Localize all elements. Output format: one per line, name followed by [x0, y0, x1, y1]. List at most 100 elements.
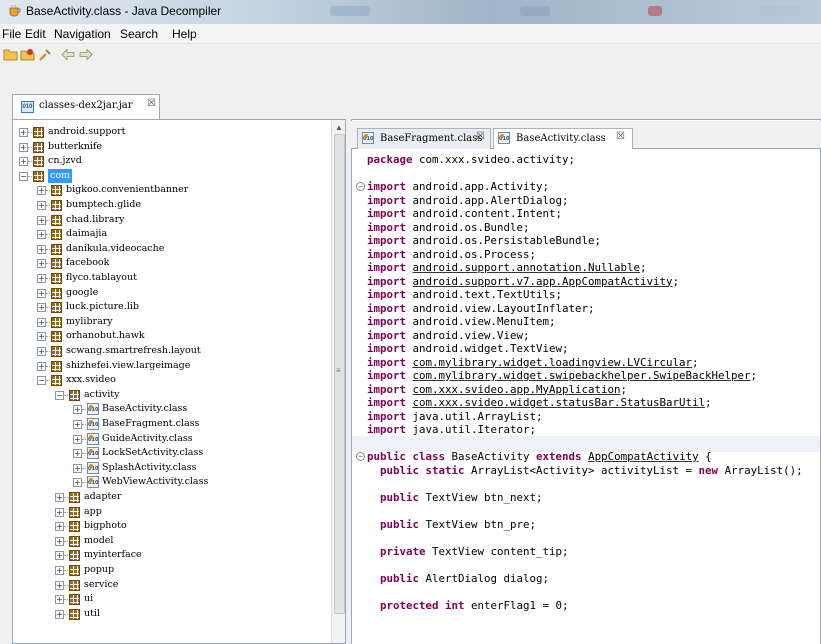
tree-package-item[interactable]: + google	[13, 286, 329, 301]
tree-package-item[interactable]: + shizhefei.view.largeimage	[13, 359, 329, 374]
tree-package-item[interactable]: + app	[13, 505, 329, 520]
tree-package-item[interactable]: + scwang.smartrefresh.layout	[13, 344, 329, 359]
tree-class-item[interactable]: +010 BaseFragment.class	[13, 417, 329, 432]
tree-package-item[interactable]: + bigphoto	[13, 519, 329, 534]
menu-navigation[interactable]: Navigation	[54, 27, 111, 41]
code-keyword: public class	[367, 450, 446, 463]
tree-class-item[interactable]: +010 GuideActivity.class	[13, 432, 329, 447]
tree-package-item[interactable]: + cn.jzvd	[13, 154, 329, 169]
expand-icon[interactable]: +	[37, 215, 46, 225]
code-link[interactable]: com.mylibrary.widget.loadingview.LVCircu…	[413, 356, 693, 369]
expand-icon[interactable]: +	[73, 434, 82, 444]
expand-icon[interactable]: +	[37, 288, 46, 298]
code-link[interactable]: com.xxx.svideo.app.MyApplication	[413, 383, 621, 396]
expand-icon[interactable]: +	[37, 347, 46, 356]
close-tab-icon[interactable]: ☒	[616, 131, 625, 142]
forward-arrow-icon[interactable]	[78, 47, 94, 62]
code-line: import java.util.ArrayList;	[367, 410, 543, 424]
menu-edit[interactable]: Edit	[25, 27, 46, 41]
menu-search[interactable]: Search	[120, 27, 158, 41]
tree-package-item[interactable]: + luck.picture.lib	[13, 300, 329, 315]
code-link[interactable]: android.support.v7.app.AppCompatActivity	[413, 275, 673, 288]
code-link[interactable]: com.xxx.svideo.widget.statusBar.StatusBa…	[413, 396, 706, 409]
tree-class-item[interactable]: +010 WebViewActivity.class	[13, 475, 329, 490]
tree-package-item[interactable]: + orhanobut.hawk	[13, 329, 329, 344]
expand-icon[interactable]: +	[37, 244, 46, 254]
tree-package-item[interactable]: + facebook	[13, 256, 329, 271]
open-type-icon[interactable]	[20, 47, 36, 62]
code-link[interactable]: AppCompatActivity	[588, 450, 699, 463]
search-torch-icon[interactable]	[37, 47, 53, 62]
expand-icon[interactable]: +	[37, 303, 46, 313]
tree-package-item[interactable]: + model	[13, 534, 329, 549]
expand-icon[interactable]: +	[55, 507, 64, 517]
tree-class-item[interactable]: +010 SplashActivity.class	[13, 461, 329, 476]
expand-icon[interactable]: +	[73, 449, 82, 459]
tree-package-item[interactable]: − xxx.svideo	[13, 373, 329, 388]
expand-icon[interactable]: +	[55, 609, 64, 619]
expand-icon[interactable]: +	[55, 493, 64, 502]
collapse-icon[interactable]: −	[55, 390, 64, 400]
expand-icon[interactable]: +	[37, 259, 46, 269]
scroll-up-icon[interactable]: ▲	[335, 123, 343, 132]
tree-package-item[interactable]: + mylibrary	[13, 315, 329, 330]
tree-package-item[interactable]: − com	[13, 168, 329, 184]
tree-item-label: flyco.tablayout	[66, 272, 137, 283]
menu-help[interactable]: Help	[172, 27, 197, 41]
tree-package-item[interactable]: + adapter	[13, 490, 329, 505]
expand-icon[interactable]: +	[37, 201, 46, 210]
expand-icon[interactable]: +	[73, 463, 82, 473]
menu-file[interactable]: File	[2, 27, 21, 41]
fold-toggle-icon[interactable]: −	[356, 452, 365, 461]
expand-icon[interactable]: +	[37, 332, 46, 342]
expand-icon[interactable]: +	[55, 536, 64, 546]
expand-icon[interactable]: +	[37, 230, 46, 240]
class-file-icon: 010	[87, 461, 99, 474]
expand-icon[interactable]: +	[55, 580, 64, 590]
expand-icon[interactable]: +	[37, 186, 46, 196]
tree-package-item[interactable]: + butterknife	[13, 140, 329, 155]
fold-toggle-icon[interactable]: −	[356, 182, 365, 191]
tree-package-item[interactable]: + ui	[13, 592, 329, 607]
tree-package-item[interactable]: + bumptech.glide	[13, 198, 329, 213]
tree-scrollbar[interactable]: ▲ ≡	[331, 120, 345, 643]
tree-package-item[interactable]: + daimajia	[13, 227, 329, 242]
tab-classes-jar[interactable]: 010 classes-dex2jar.jar ☒	[12, 94, 160, 119]
tree-package-item[interactable]: + service	[13, 578, 329, 593]
tree-package-item[interactable]: + popup	[13, 563, 329, 578]
collapse-icon[interactable]: −	[37, 376, 46, 386]
close-tab-icon[interactable]: ☒	[147, 98, 156, 109]
tree-package-item[interactable]: − activity	[13, 388, 329, 403]
tree-class-item[interactable]: +010 LockSetActivity.class	[13, 446, 329, 461]
tree-package-item[interactable]: + bigkoo.convenientbanner	[13, 183, 329, 198]
tree-package-item[interactable]: + chad.library	[13, 213, 329, 228]
code-link[interactable]: com.mylibrary.widget.swipebackhelper.Swi…	[413, 369, 751, 382]
code-editor[interactable]: package com.xxx.svideo.activity; − import …	[352, 149, 820, 644]
tree-package-item[interactable]: + myinterface	[13, 548, 329, 563]
code-link[interactable]: android.support.annotation.Nullable	[413, 261, 641, 274]
back-arrow-icon[interactable]	[60, 47, 76, 62]
tree-package-item[interactable]: + android.support	[13, 125, 329, 140]
expand-icon[interactable]: +	[55, 595, 64, 605]
expand-icon[interactable]: +	[37, 274, 46, 283]
open-folder-icon[interactable]	[3, 47, 19, 62]
expand-icon[interactable]: +	[19, 157, 28, 167]
expand-icon[interactable]: +	[73, 478, 82, 488]
expand-icon[interactable]: +	[19, 142, 28, 152]
expand-icon[interactable]: +	[73, 405, 82, 415]
close-tab-icon[interactable]: ☒	[476, 131, 485, 142]
collapse-icon[interactable]: −	[19, 171, 28, 181]
expand-icon[interactable]: +	[55, 551, 64, 561]
tree-class-item[interactable]: +010 BaseActivity.class	[13, 402, 329, 417]
tree-package-item[interactable]: + flyco.tablayout	[13, 271, 329, 286]
expand-icon[interactable]: +	[73, 420, 82, 429]
expand-icon[interactable]: +	[37, 317, 46, 327]
expand-icon[interactable]: +	[19, 128, 28, 137]
expand-icon[interactable]: +	[55, 522, 64, 532]
expand-icon[interactable]: +	[55, 566, 64, 575]
tree-package-item[interactable]: + danikula.videocache	[13, 242, 329, 257]
tree-package-item[interactable]: + util	[13, 607, 329, 622]
tab-basefragment[interactable]: 010 BaseFragment.class ☒	[357, 128, 491, 149]
tab-baseactivity[interactable]: 010 BaseActivity.class ☒	[493, 128, 633, 150]
expand-icon[interactable]: +	[37, 361, 46, 371]
